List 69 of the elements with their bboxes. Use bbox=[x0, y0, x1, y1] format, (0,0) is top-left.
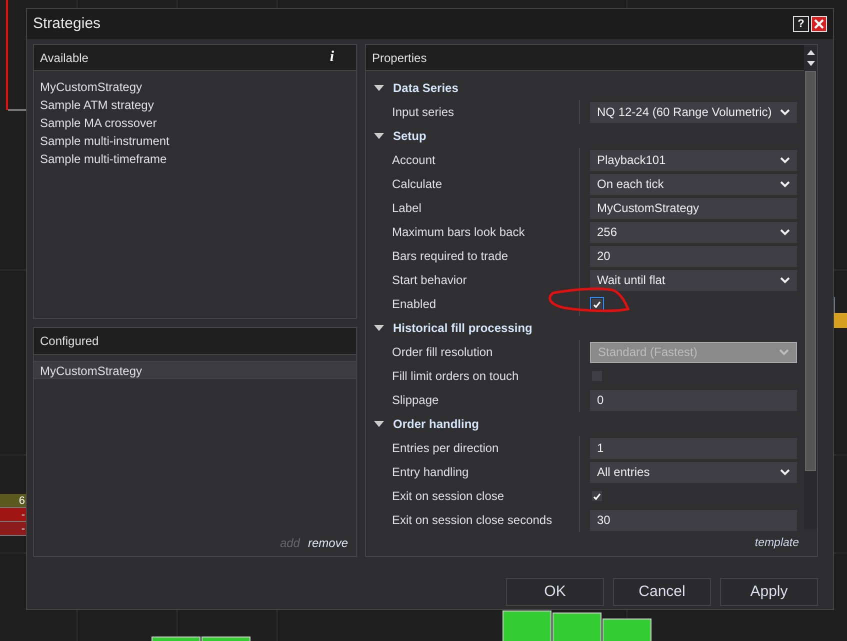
scroll-down-icon[interactable] bbox=[806, 61, 814, 67]
property-label: Maximum bars look back bbox=[366, 220, 580, 244]
property-label: Entries per direction bbox=[366, 436, 580, 460]
property-label: Slippage bbox=[366, 388, 580, 412]
info-button[interactable]: i bbox=[330, 50, 334, 65]
dropdown[interactable]: Wait until flat bbox=[590, 270, 797, 290]
chevron-down-icon bbox=[780, 228, 790, 236]
expand-toggle-icon[interactable] bbox=[374, 325, 384, 331]
property-label: Exit on session close bbox=[366, 484, 580, 508]
panel-title: Properties bbox=[372, 50, 427, 66]
property-label: Enabled bbox=[366, 292, 580, 316]
input-field[interactable]: MyCustomStrategy bbox=[590, 198, 797, 218]
section-header: Order handling bbox=[393, 416, 480, 433]
chevron-down-icon bbox=[779, 348, 789, 356]
property-label: Input series bbox=[366, 100, 580, 124]
input-field[interactable]: 30 bbox=[590, 510, 797, 530]
scrollbar-thumb[interactable] bbox=[805, 71, 816, 471]
chevron-down-icon bbox=[780, 108, 790, 116]
section-header: Data Series bbox=[393, 80, 458, 97]
list-item[interactable]: MyCustomStrategy bbox=[34, 361, 356, 379]
help-button[interactable]: ? bbox=[793, 16, 809, 32]
chevron-down-icon bbox=[780, 180, 790, 188]
chevron-down-icon bbox=[780, 156, 790, 164]
property-label: Entry handling bbox=[366, 460, 580, 484]
candle-bar bbox=[602, 618, 652, 641]
template-link[interactable]: template bbox=[754, 534, 799, 552]
property-label: Label bbox=[366, 196, 580, 220]
list-item[interactable]: Sample multi-timeframe bbox=[34, 150, 356, 168]
scroll-up-icon[interactable] bbox=[806, 49, 814, 55]
section-header: Historical fill processing bbox=[393, 320, 532, 337]
list-item[interactable]: Sample multi-instrument bbox=[34, 132, 356, 150]
checkbox[interactable] bbox=[592, 491, 602, 501]
property-label: Calculate bbox=[366, 172, 580, 196]
dialog-button[interactable]: OK bbox=[506, 578, 604, 606]
table-cell: - bbox=[0, 508, 26, 522]
chevron-down-icon bbox=[780, 468, 790, 476]
dropdown[interactable]: Playback101 bbox=[590, 150, 797, 170]
list-item[interactable]: MyCustomStrategy bbox=[34, 78, 356, 96]
property-label: Start behavior bbox=[366, 268, 580, 292]
close-icon bbox=[814, 19, 824, 29]
panel-title: Configured bbox=[40, 333, 99, 350]
input-field[interactable]: 1 bbox=[590, 438, 797, 458]
dropdown[interactable]: All entries bbox=[590, 462, 797, 482]
property-label: Fill limit orders on touch bbox=[366, 364, 580, 388]
dialog-button[interactable]: Apply bbox=[720, 578, 818, 606]
section-header: Setup bbox=[393, 128, 426, 145]
expand-toggle-icon[interactable] bbox=[374, 133, 384, 139]
list-item[interactable]: Sample ATM strategy bbox=[34, 96, 356, 114]
candle-bar bbox=[552, 612, 602, 641]
expand-toggle-icon[interactable] bbox=[374, 85, 384, 91]
property-label: Account bbox=[366, 148, 580, 172]
dialog-button[interactable]: Cancel bbox=[613, 578, 711, 606]
panel-title: Available bbox=[40, 50, 88, 66]
expand-toggle-icon[interactable] bbox=[374, 421, 384, 427]
table-cell: 6 bbox=[0, 494, 26, 508]
chevron-down-icon bbox=[780, 276, 790, 284]
dropdown[interactable]: On each tick bbox=[590, 174, 797, 194]
property-label: Order fill resolution bbox=[366, 340, 580, 364]
remove-link[interactable]: remove bbox=[308, 534, 348, 552]
table-cell: - bbox=[0, 522, 26, 536]
list-item[interactable]: Sample MA crossover bbox=[34, 114, 356, 132]
property-label: Bars required to trade bbox=[366, 244, 580, 268]
dropdown[interactable]: 256 bbox=[590, 222, 797, 242]
input-field[interactable]: 0 bbox=[590, 390, 797, 410]
input-field[interactable]: 20 bbox=[590, 246, 797, 266]
window-title: Strategies bbox=[33, 14, 101, 34]
close-button[interactable] bbox=[811, 16, 827, 32]
dropdown[interactable]: NQ 12-24 (60 Range Volumetric) bbox=[590, 102, 797, 122]
property-label: Exit on session close seconds bbox=[366, 508, 580, 532]
